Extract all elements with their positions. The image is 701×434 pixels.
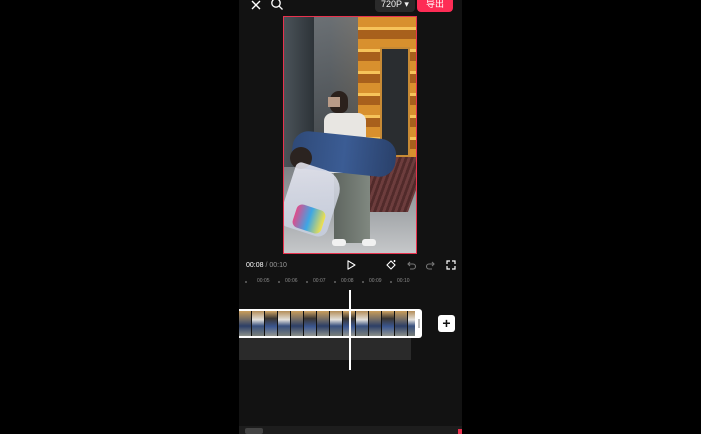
preview-shoe	[332, 239, 346, 246]
clip-frame	[356, 311, 369, 336]
ruler-tick: 00:08	[341, 278, 354, 284]
clip-frame	[265, 311, 278, 336]
clip-frame	[291, 311, 304, 336]
keyframe-icon[interactable]	[385, 259, 397, 271]
ruler-dot	[362, 281, 364, 283]
time-display: 00:08 / 00:10	[246, 262, 287, 269]
redo-icon[interactable]	[425, 259, 437, 271]
video-preview[interactable]	[283, 16, 417, 254]
clip-frame	[239, 311, 252, 336]
add-clip-button[interactable]: +	[438, 315, 455, 332]
ruler-dot	[306, 281, 308, 283]
clip-frame	[317, 311, 330, 336]
playhead[interactable]	[349, 290, 351, 370]
ruler-dot	[278, 281, 280, 283]
current-time: 00:08	[246, 262, 264, 269]
top-bar: 720P ▾ 导出	[239, 0, 462, 14]
preview-face-blur	[328, 97, 340, 107]
clip-frame	[382, 311, 395, 336]
export-button[interactable]: 导出	[417, 0, 453, 12]
ruler-tick: 00:09	[369, 278, 382, 284]
resolution-dropdown[interactable]: 720P ▾	[375, 0, 415, 12]
clip-frame	[330, 311, 343, 336]
clip-frame	[304, 311, 317, 336]
play-icon[interactable]	[345, 259, 357, 271]
undo-icon[interactable]	[405, 259, 417, 271]
clip-trim-handle[interactable]	[418, 319, 420, 328]
clip-frame	[278, 311, 291, 336]
clip-frame	[395, 311, 408, 336]
bottom-indicator	[458, 429, 462, 434]
close-icon[interactable]	[249, 0, 263, 12]
preview-person-legs	[334, 167, 370, 243]
video-clip-track[interactable]	[239, 309, 422, 338]
ruler-tick: 00:06	[285, 278, 298, 284]
ruler-dot	[334, 281, 336, 283]
preview-shoe	[362, 239, 376, 246]
editor-screen: 720P ▾ 导出 00:08 / 00:10 00:05 00:06 00:0…	[239, 0, 462, 434]
ruler-tick: 00:05	[257, 278, 270, 284]
ruler-tick: 00:10	[397, 278, 410, 284]
playback-controls: 00:08 / 00:10	[239, 258, 462, 274]
search-icon[interactable]	[270, 0, 284, 11]
ruler-dot	[390, 281, 392, 283]
clip-frame	[408, 311, 415, 336]
timeline-ruler[interactable]: 00:05 00:06 00:07 00:08 00:09 00:10	[239, 278, 462, 288]
fullscreen-icon[interactable]	[445, 259, 457, 271]
ruler-tick: 00:07	[313, 278, 326, 284]
ruler-dot	[245, 281, 247, 283]
total-time: 00:10	[269, 262, 287, 269]
clip-thumbnails	[239, 311, 415, 336]
clip-frame	[369, 311, 382, 336]
clip-frame	[252, 311, 265, 336]
bottom-tool[interactable]	[245, 428, 263, 434]
bottom-toolbar	[239, 426, 462, 434]
track-area	[239, 338, 411, 360]
